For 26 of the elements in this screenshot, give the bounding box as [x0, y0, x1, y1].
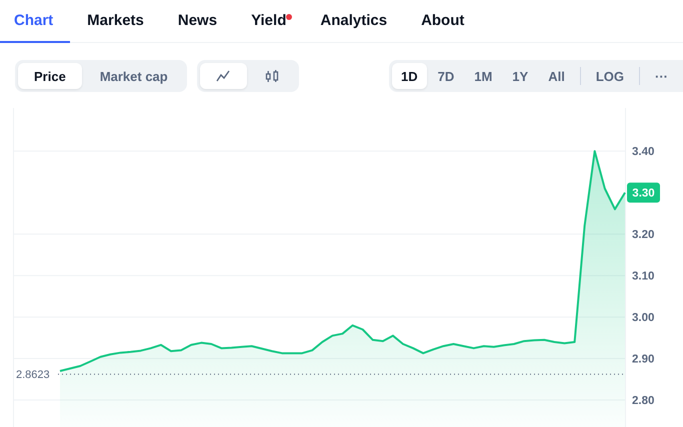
line-chart-icon — [216, 69, 230, 83]
tab[interactable]: Chart — [0, 0, 70, 43]
axis-label: 3.40 — [632, 146, 654, 158]
line-chart-button[interactable] — [200, 63, 247, 89]
axis-label: 3.10 — [632, 270, 654, 283]
open-price-label: 2.8623 — [16, 369, 50, 382]
axis-label: 3.20 — [632, 229, 654, 242]
tab[interactable]: Markets — [70, 0, 161, 43]
current-price-badge: 3.30 — [627, 182, 660, 203]
range-button[interactable]: 1D — [392, 63, 427, 89]
tab[interactable]: Yield — [234, 0, 304, 43]
candlestick-icon — [265, 69, 280, 83]
tab[interactable]: About — [404, 0, 482, 43]
toggle-button[interactable]: Price — [18, 63, 82, 89]
range-button[interactable]: 1M — [465, 63, 502, 89]
more-button[interactable]: ··· — [646, 63, 677, 89]
log-button[interactable]: LOG — [586, 63, 633, 89]
toggle-button[interactable]: Market cap — [84, 63, 184, 89]
range-button[interactable]: 7D — [428, 63, 464, 89]
tab[interactable]: Analytics — [303, 0, 404, 43]
axis-label: 2.90 — [632, 354, 654, 366]
range-button[interactable]: 1Y — [503, 63, 538, 89]
tab[interactable]: News — [160, 0, 234, 43]
range-button[interactable]: All — [539, 63, 574, 89]
axis-label: 3.00 — [632, 312, 654, 324]
axis-label: 2.80 — [632, 395, 654, 408]
